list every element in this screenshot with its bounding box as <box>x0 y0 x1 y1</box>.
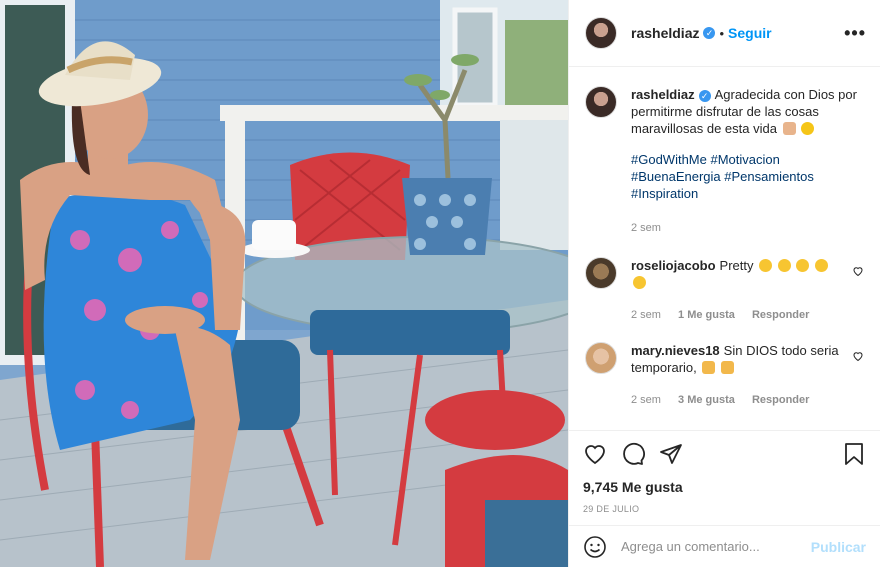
kissing-emoji-icon <box>796 259 810 272</box>
comment-time[interactable]: 2 sem <box>631 394 661 406</box>
kissing-emoji-icon <box>633 276 646 289</box>
author-avatar[interactable] <box>585 17 617 49</box>
commenter-avatar[interactable] <box>585 257 617 289</box>
comment-time[interactable]: 2 sem <box>631 309 661 321</box>
emoji-icon[interactable] <box>583 535 607 559</box>
caption-avatar[interactable] <box>585 86 617 118</box>
add-comment-bar: Publicar <box>569 525 880 567</box>
hashtag-link[interactable]: #Motivacion <box>711 152 780 167</box>
comment-text: Pretty <box>719 258 754 273</box>
follow-button[interactable]: Seguir <box>728 25 772 41</box>
likes-count[interactable]: 9,745 Me gusta <box>583 479 866 495</box>
hashtag-link[interactable]: #GodWithMe <box>631 152 707 167</box>
praying-hands-emoji-icon <box>702 361 716 374</box>
author-username[interactable]: rasheldiaz <box>631 25 699 41</box>
header-separator: • <box>719 25 725 41</box>
comment-likes[interactable]: 3 Me gusta <box>678 394 735 406</box>
praying-hands-emoji-icon <box>782 122 796 135</box>
heart-icon[interactable] <box>852 265 864 277</box>
comment-item: roseliojacobo Pretty 2 sem 1 Me gusta Res… <box>585 257 864 324</box>
caption-username[interactable]: rasheldiaz <box>631 87 695 102</box>
more-options-icon[interactable]: ••• <box>844 23 866 44</box>
victory-hand-emoji-icon <box>721 361 734 374</box>
caption-item: rasheldiaz ✓ Agradecida con Dios por permi… <box>585 86 864 237</box>
publish-button[interactable]: Publicar <box>811 539 866 555</box>
comment-reply-button[interactable]: Responder <box>752 394 809 406</box>
comments-list[interactable]: rasheldiaz ✓ Agradecida con Dios por permi… <box>569 68 880 430</box>
hashtag-link[interactable]: #Inspiration <box>631 186 698 201</box>
comment-reply-button[interactable]: Responder <box>752 309 809 321</box>
caption-time[interactable]: 2 sem <box>631 222 661 234</box>
comment-username[interactable]: roseliojacobo <box>631 258 716 273</box>
comment-likes[interactable]: 1 Me gusta <box>678 309 735 321</box>
caption-hashtags: #GodWithMe #Motivacion #BuenaEnergia #Pe… <box>631 151 864 202</box>
hashtag-link[interactable]: #BuenaEnergia <box>631 169 721 184</box>
verified-icon: ✓ <box>703 27 716 39</box>
comment-icon[interactable] <box>621 442 645 466</box>
comment-username[interactable]: mary.nieves18 <box>631 343 720 358</box>
heart-icon[interactable] <box>583 442 607 466</box>
post-sidebar: rasheldiaz ✓ • Seguir ••• rasheldiaz ✓ Agr… <box>568 0 880 567</box>
hashtag-link[interactable]: #Pensamientos <box>724 169 814 184</box>
heart-icon[interactable] <box>852 350 864 362</box>
share-icon[interactable] <box>659 442 683 466</box>
heart-eyes-emoji-icon <box>759 259 773 272</box>
post-photo[interactable] <box>0 0 568 567</box>
kissing-emoji-icon <box>777 259 791 272</box>
instagram-post-modal: rasheldiaz ✓ • Seguir ••• rasheldiaz ✓ Agr… <box>0 0 880 567</box>
kissing-emoji-icon <box>815 259 828 272</box>
post-header: rasheldiaz ✓ • Seguir ••• <box>569 0 880 67</box>
photo-illustration <box>0 0 568 567</box>
comment-item: mary.nieves18 Sin DIOS todo seria tempora… <box>585 342 864 409</box>
commenter-avatar[interactable] <box>585 342 617 374</box>
sun-emoji-icon <box>801 122 815 135</box>
post-date[interactable]: 29 DE JULIO <box>583 504 866 514</box>
comment-input[interactable] <box>621 539 811 554</box>
post-actions: 9,745 Me gusta 29 DE JULIO <box>569 430 880 514</box>
bookmark-icon[interactable] <box>842 442 866 466</box>
verified-icon: ✓ <box>698 90 711 102</box>
